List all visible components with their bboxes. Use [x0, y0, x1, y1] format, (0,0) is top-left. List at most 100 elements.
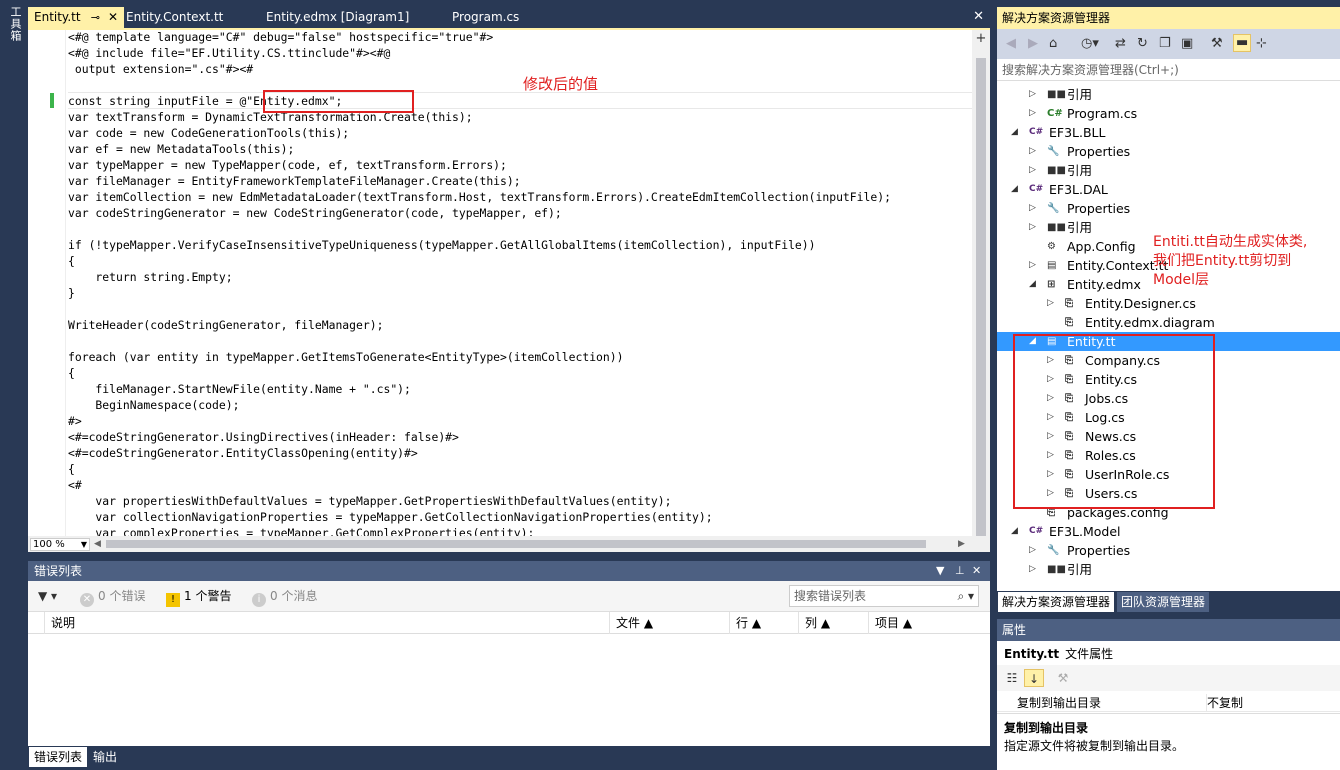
column-header[interactable]: 列 ▲	[798, 612, 868, 634]
tab-entity-context-tt[interactable]: Entity.Context.tt	[120, 7, 250, 28]
close-icon[interactable]: ✕	[973, 9, 984, 24]
close-icon[interactable]: ✕	[972, 561, 981, 581]
tree-item[interactable]: ▷ 🔧 Properties	[997, 199, 1340, 218]
tree-item[interactable]: ▷ ⎘ Entity.Designer.cs	[997, 294, 1340, 313]
collapsed-arrow-icon[interactable]: ▷	[1029, 142, 1036, 161]
home-icon[interactable]: ⌂	[1049, 36, 1057, 52]
collapsed-arrow-icon[interactable]: ▷	[1029, 161, 1036, 180]
tree-item[interactable]: ◢ C# EF3L.DAL	[997, 180, 1340, 199]
refresh-icon[interactable]: ↻	[1137, 36, 1148, 52]
collapsed-arrow-icon[interactable]: ▷	[1047, 294, 1054, 313]
warnings-filter-button[interactable]: ! 1 个警告	[166, 588, 231, 607]
expanded-arrow-icon[interactable]: ◢	[1011, 522, 1018, 541]
sync-icon[interactable]: ⇄	[1115, 36, 1126, 52]
class-view-icon[interactable]: ⊹	[1256, 36, 1267, 52]
tree-item[interactable]: ▷ 🔧 Properties	[997, 142, 1340, 161]
code-line: WriteHeader(codeStringGenerator, fileMan…	[68, 318, 384, 332]
error-search-input[interactable]: 搜索错误列表 ⌕ ▾	[789, 585, 979, 607]
cs-file-icon: ⎘	[1065, 298, 1073, 309]
project-icon: C#	[1029, 184, 1044, 194]
code-editor[interactable]: <#@ template language="C#" debug="false"…	[28, 30, 990, 552]
expanded-arrow-icon[interactable]: ◢	[1011, 123, 1018, 142]
collapsed-arrow-icon[interactable]: ▷	[1029, 85, 1036, 104]
tab-error-list[interactable]: 错误列表	[29, 747, 88, 767]
scroll-left-icon[interactable]: ◀	[94, 536, 101, 552]
error-list-panel: 错误列表 ▼ ⊥ ✕ ▼ ▾ ✕ 0 个错误 ! 1 个警告 i 0 个消息 搜索错误…	[28, 561, 990, 746]
solution-search-input[interactable]: 搜索解决方案资源管理器(Ctrl+;)	[997, 59, 1340, 81]
column-header[interactable]: 行 ▲	[729, 612, 799, 634]
close-icon[interactable]: ✕	[108, 7, 118, 28]
chevron-down-icon[interactable]: ▼	[936, 561, 944, 581]
expanded-arrow-icon[interactable]: ◢	[1011, 180, 1018, 199]
pin-icon[interactable]: ⊥	[955, 561, 965, 581]
property-row[interactable]: 复制到输出目录 不复制	[997, 694, 1340, 712]
tab-entity-edmx-diagram[interactable]: Entity.edmx [Diagram1]	[260, 7, 430, 28]
wrench-icon[interactable]: ⚒	[1211, 36, 1223, 52]
code-area[interactable]: <#@ template language="C#" debug="false"…	[68, 30, 972, 536]
collapsed-arrow-icon[interactable]: ▷	[1029, 256, 1036, 275]
scroll-thumb[interactable]	[106, 540, 926, 548]
history-icon[interactable]: ◷▾	[1081, 36, 1099, 52]
column-header[interactable]: 项目 ▲	[868, 612, 990, 634]
horizontal-scrollbar[interactable]: 100 % ▼ ◀ ▶	[28, 536, 990, 552]
column-label: 列	[805, 616, 818, 630]
tree-item[interactable]: ▷ ■■ 引用	[997, 161, 1340, 180]
code-line: <#@ include file="EF.Utility.CS.ttinclud…	[68, 46, 391, 60]
code-line: BeginNamespace(code);	[68, 398, 240, 412]
tab-solution-explorer[interactable]: 解决方案资源管理器	[998, 592, 1115, 612]
code-line: fileManager.StartNewFile(entity.Name + "…	[68, 382, 411, 396]
collapsed-arrow-icon[interactable]: ▷	[1029, 104, 1036, 123]
column-header[interactable]: 文件 ▲	[609, 612, 729, 634]
tree-item[interactable]: ▷ 🔧 Properties	[997, 541, 1340, 560]
tree-item[interactable]: ▷ C# Program.cs	[997, 104, 1340, 123]
pin-icon[interactable]: ⊸	[91, 7, 100, 28]
split-icon[interactable]: +	[974, 32, 988, 46]
alphabetical-icon[interactable]: ↓	[1024, 669, 1044, 687]
categorized-icon[interactable]: ☷	[1002, 669, 1022, 687]
collapsed-arrow-icon[interactable]: ▷	[1029, 541, 1036, 560]
forward-icon[interactable]: ▶	[1028, 36, 1038, 52]
tree-item[interactable]: ▷ ■■ 引用	[997, 85, 1340, 104]
show-files-icon[interactable]: ▣	[1181, 36, 1193, 52]
annotation-text: 修改后的值	[523, 75, 599, 93]
collapsed-arrow-icon[interactable]: ▷	[1029, 199, 1036, 218]
property-object[interactable]: Entity.tt 文件属性	[1004, 645, 1113, 662]
zoom-select[interactable]: 100 % ▼	[30, 538, 90, 551]
back-icon[interactable]: ◀	[1006, 36, 1016, 52]
tree-item[interactable]: ◢ C# EF3L.Model	[997, 522, 1340, 541]
code-line: return string.Empty;	[68, 270, 233, 284]
filter-icon[interactable]: ▼ ▾	[38, 588, 57, 604]
errors-filter-button[interactable]: ✕ 0 个错误	[80, 588, 145, 607]
search-placeholder: 搜索解决方案资源管理器(Ctrl+;)	[1002, 63, 1179, 77]
messages-count: 0 个消息	[270, 589, 318, 603]
expanded-arrow-icon[interactable]: ◢	[1029, 275, 1036, 294]
code-line: {	[68, 462, 75, 476]
tab-entity-tt[interactable]: Entity.tt ⊸ ✕	[28, 7, 124, 28]
references-icon: ■■	[1047, 165, 1066, 176]
tree-item[interactable]: ◢ C# EF3L.BLL	[997, 123, 1340, 142]
tree-item[interactable]: ⎘ Entity.edmx.diagram	[997, 313, 1340, 332]
collapse-icon[interactable]: ❐	[1159, 36, 1171, 52]
search-icon[interactable]: ⌕ ▾	[957, 586, 974, 606]
bottom-tab-strip: 错误列表 输出	[28, 746, 990, 770]
collapsed-arrow-icon[interactable]: ▷	[1029, 218, 1036, 237]
wrench-icon[interactable]: ⚒	[1053, 669, 1073, 687]
tree-item-label: EF3L.DAL	[1049, 182, 1108, 197]
tab-program-cs[interactable]: Program.cs	[446, 7, 556, 28]
tab-output[interactable]: 输出	[88, 747, 122, 767]
code-line: var propertiesWithDefaultValues = typeMa…	[68, 494, 672, 508]
code-line: var codeStringGenerator = new CodeString…	[68, 206, 562, 220]
preview-icon[interactable]: ▬	[1233, 34, 1252, 52]
code-line: {	[68, 366, 75, 380]
column-header[interactable]: 说明	[44, 612, 610, 634]
toolbox-tab[interactable]: 工具箱	[5, 6, 23, 42]
tree-item[interactable]: ▷ ■■ 引用	[997, 560, 1340, 579]
description-title: 复制到输出目录	[1004, 721, 1089, 735]
vertical-scrollbar[interactable]: +	[972, 30, 990, 536]
collapsed-arrow-icon[interactable]: ▷	[1029, 560, 1036, 579]
scroll-thumb[interactable]	[976, 58, 986, 536]
messages-filter-button[interactable]: i 0 个消息	[252, 588, 318, 607]
tab-team-explorer[interactable]: 团队资源管理器	[1117, 592, 1210, 612]
scroll-right-icon[interactable]: ▶	[958, 536, 965, 552]
property-value[interactable]: 不复制	[1206, 694, 1243, 712]
